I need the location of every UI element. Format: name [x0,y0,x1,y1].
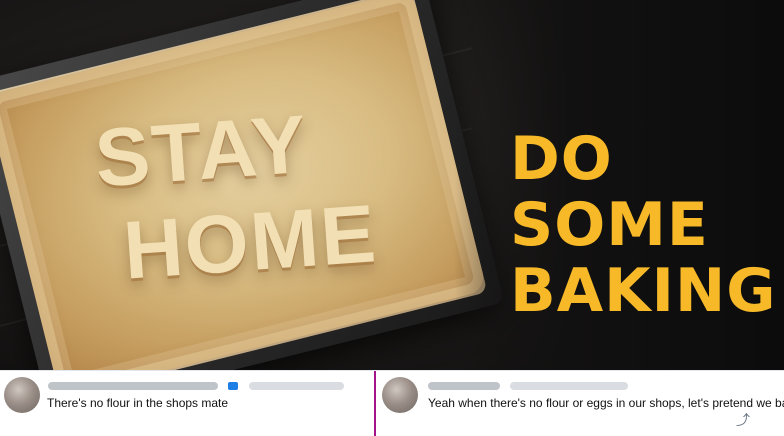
blurred-handle [510,382,629,390]
reply-meta-blurred [428,377,629,390]
headline-line-1: DO SOME [510,124,709,260]
reply-card[interactable]: Yeah when there's no flour or eggs in ou… [376,371,784,436]
dough-letters: STAY HOME [0,0,487,370]
reply-meta-blurred [48,377,344,390]
screenshot: STAY HOME DO SOME BAKING There's no flou… [0,0,784,436]
baking-pan: STAY HOME [0,0,505,370]
reply-text: Yeah when there's no flour or eggs in ou… [428,396,784,410]
baking-ad-image: STAY HOME DO SOME BAKING [0,0,784,370]
avatar[interactable] [4,377,40,413]
ad-headline: DO SOME BAKING [510,126,780,324]
pie-crust: STAY HOME [0,0,487,370]
blurred-name [48,382,218,390]
verified-badge-icon [228,382,239,390]
share-icon[interactable]: ⤴ [736,413,750,427]
blurred-handle [248,382,344,390]
avatar[interactable] [382,377,418,413]
pie-word-stay: STAY [92,98,312,205]
pie-word-home: HOME [120,188,381,297]
blurred-name [428,382,500,390]
tweet-replies: There's no flour in the shops mate Yeah … [0,370,784,436]
reply-card[interactable]: There's no flour in the shops mate [0,371,374,436]
reply-text: There's no flour in the shops mate [47,396,229,410]
headline-line-2: BAKING [510,256,777,326]
